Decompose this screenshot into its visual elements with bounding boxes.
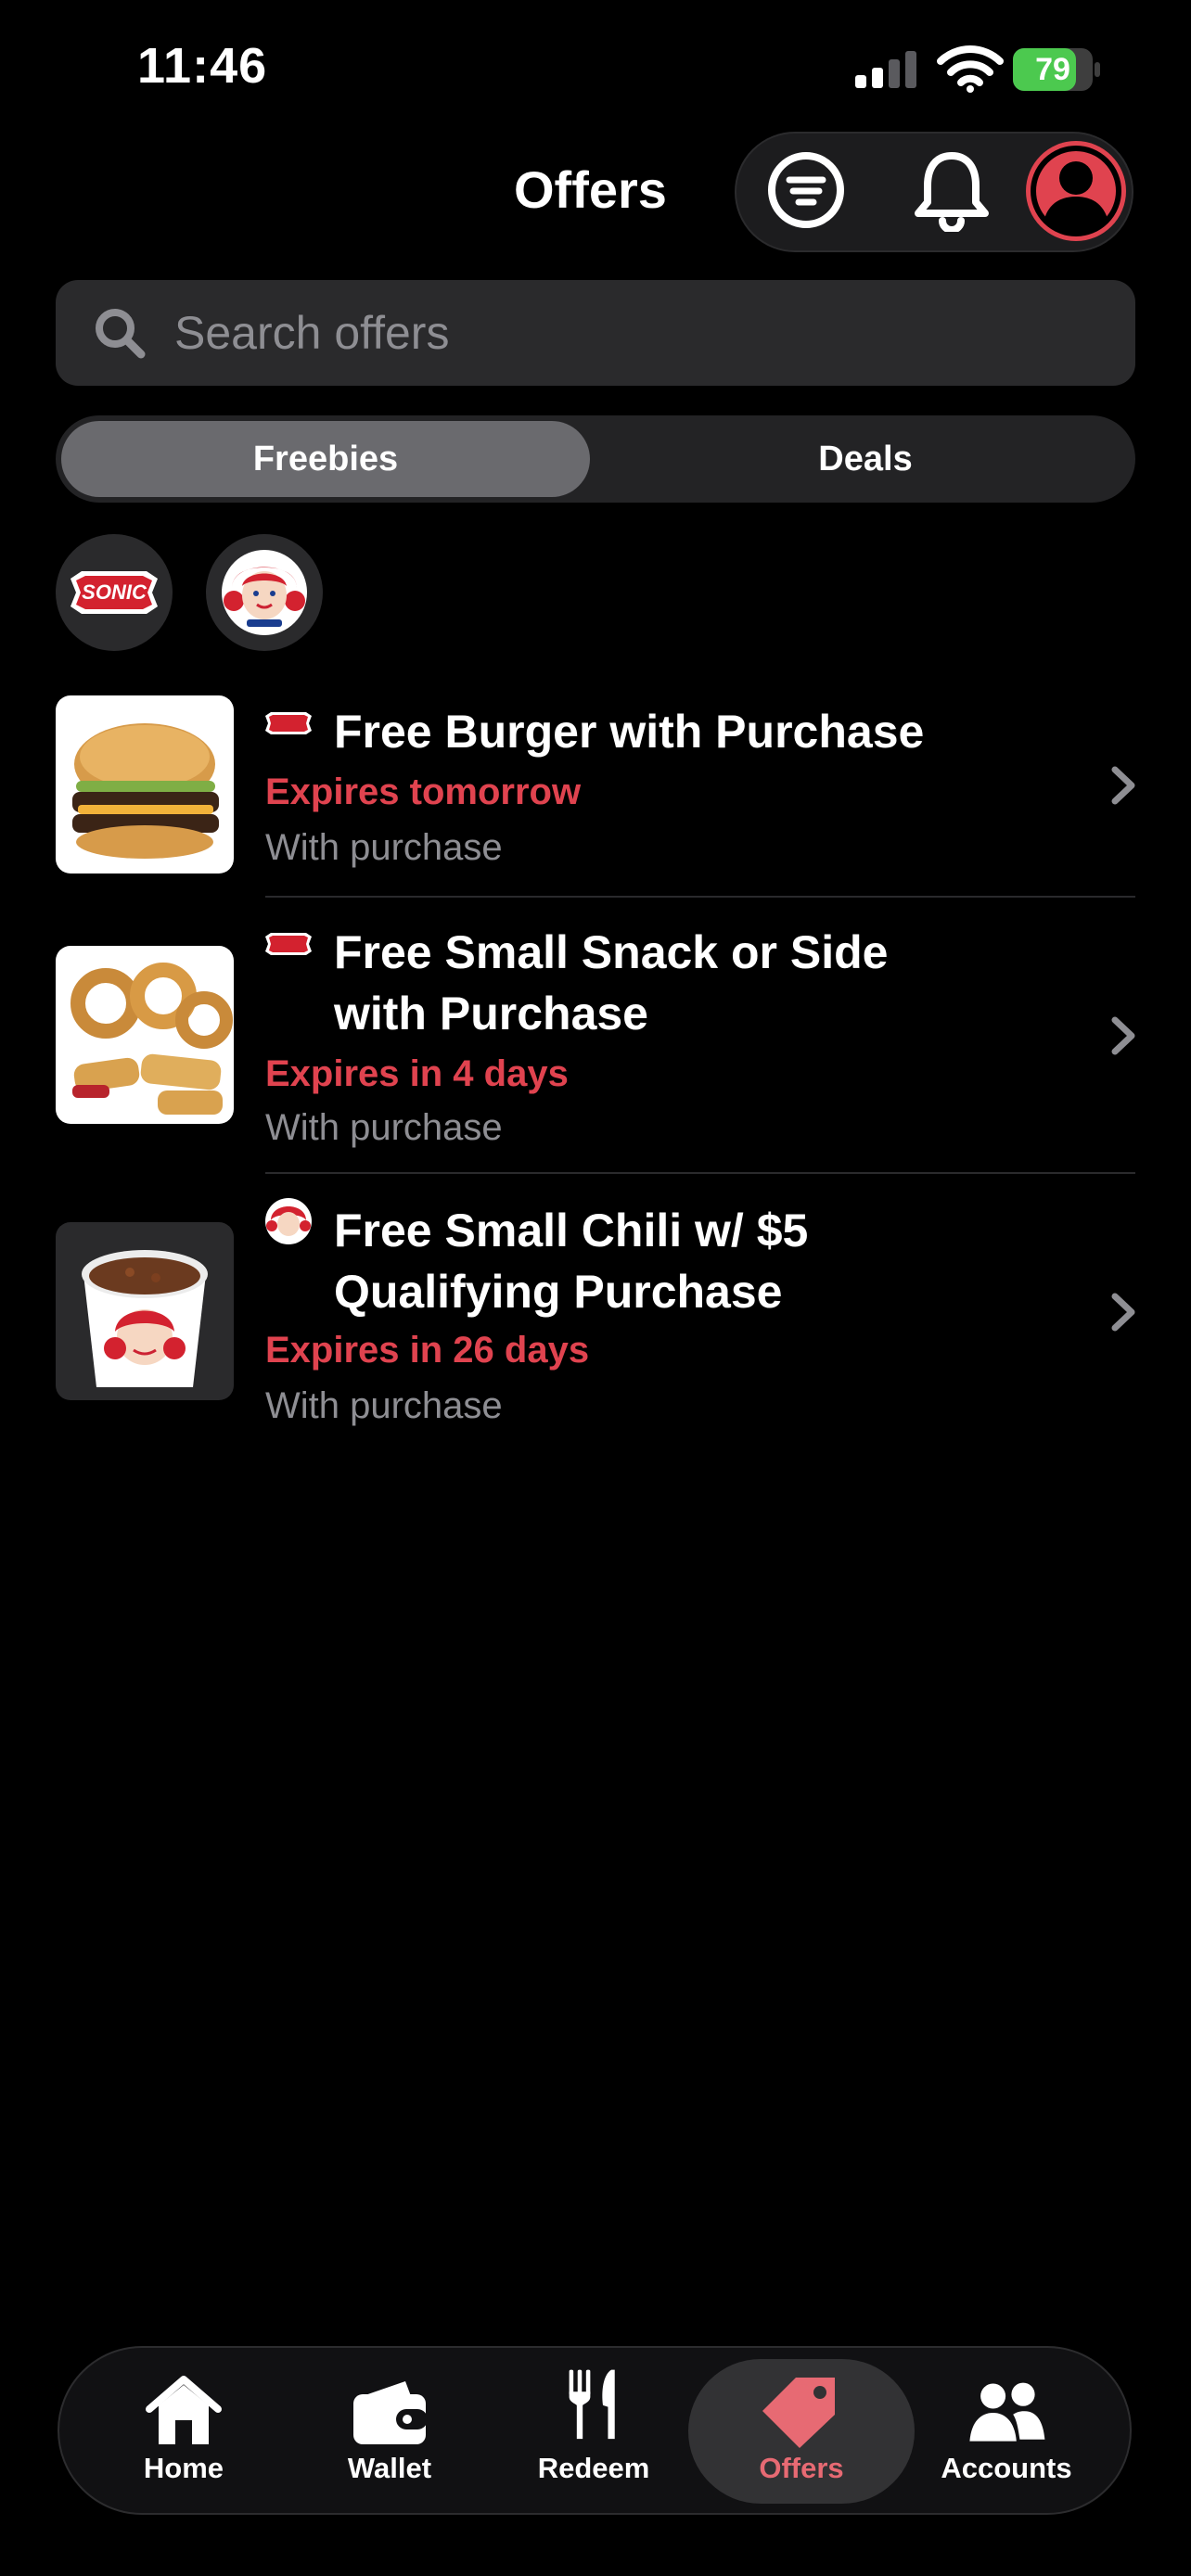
offer-expiry: Expires in 26 days xyxy=(265,1330,590,1371)
divider xyxy=(265,1172,1135,1174)
offer-image-chili[interactable] xyxy=(56,1222,234,1400)
chevron-right-icon[interactable] xyxy=(1109,1014,1137,1057)
wendys-logo xyxy=(222,550,307,635)
burger-image xyxy=(72,723,219,859)
offer-note: With purchase xyxy=(265,1107,503,1148)
home-icon[interactable] xyxy=(142,2374,225,2448)
battery-indicator: 79 xyxy=(1013,48,1102,91)
sonic-logo-text: SONIC xyxy=(82,580,147,604)
offer-title-line: Free Small Chili w/ $5 xyxy=(334,1205,809,1256)
people-icon[interactable] xyxy=(965,2376,1048,2450)
offer-title-line: Qualifying Purchase xyxy=(334,1266,783,1318)
offer-title: Free Small Chili w/ $5 Qualifying Purcha… xyxy=(334,1200,1002,1322)
sonic-logo: SONIC xyxy=(70,571,158,614)
offer-expiry: Expires in 4 days xyxy=(265,1053,569,1094)
bell-icon[interactable] xyxy=(911,148,992,232)
offer-title: Free Burger with Purchase xyxy=(334,706,925,758)
search-placeholder: Search offers xyxy=(174,307,450,359)
sonic-mini-logo xyxy=(265,712,312,734)
tab-deals[interactable]: Deals xyxy=(601,421,1130,497)
offer-title: Free Small Snack or Side with Purchase xyxy=(334,922,1002,1044)
offer-note: With purchase xyxy=(265,1385,503,1426)
chevron-right-icon[interactable] xyxy=(1109,764,1137,807)
offer-title-line: with Purchase xyxy=(334,988,648,1039)
tag-icon[interactable] xyxy=(759,2374,842,2448)
offer-title-line: Free Small Snack or Side xyxy=(334,926,889,978)
nav-accounts[interactable]: Accounts xyxy=(914,2452,1099,2485)
page-title: Offers xyxy=(514,160,667,219)
nav-home[interactable]: Home xyxy=(91,2452,276,2485)
search-icon xyxy=(96,309,146,359)
sonic-mini-logo xyxy=(265,933,312,955)
chili-cup-image xyxy=(82,1250,208,1387)
brand-filter-sonic[interactable]: SONIC xyxy=(56,534,173,651)
cellular-signal-icon xyxy=(855,51,916,88)
status-time: 11:46 xyxy=(137,38,268,94)
filter-icon[interactable] xyxy=(766,150,846,230)
offer-image-snack[interactable] xyxy=(56,946,234,1124)
brand-filter-wendys[interactable] xyxy=(206,534,323,651)
user-icon xyxy=(1031,146,1121,236)
fork-knife-icon[interactable] xyxy=(552,2366,635,2441)
offer-note: With purchase xyxy=(265,827,503,868)
nav-offers[interactable]: Offers xyxy=(709,2452,894,2485)
offer-expiry: Expires tomorrow xyxy=(265,772,582,812)
nav-wallet[interactable]: Wallet xyxy=(297,2452,482,2485)
divider xyxy=(265,896,1135,898)
wifi-icon xyxy=(937,45,1004,93)
offer-image-burger[interactable] xyxy=(56,695,234,874)
wallet-icon[interactable] xyxy=(348,2374,431,2448)
tab-freebies[interactable]: Freebies xyxy=(61,421,590,497)
chevron-right-icon[interactable] xyxy=(1109,1291,1137,1333)
wendys-mini-logo xyxy=(265,1198,312,1244)
onion-rings-image xyxy=(70,963,233,1115)
battery-percent: 79 xyxy=(1035,52,1070,87)
avatar[interactable] xyxy=(1026,141,1126,241)
nav-redeem[interactable]: Redeem xyxy=(501,2452,686,2485)
